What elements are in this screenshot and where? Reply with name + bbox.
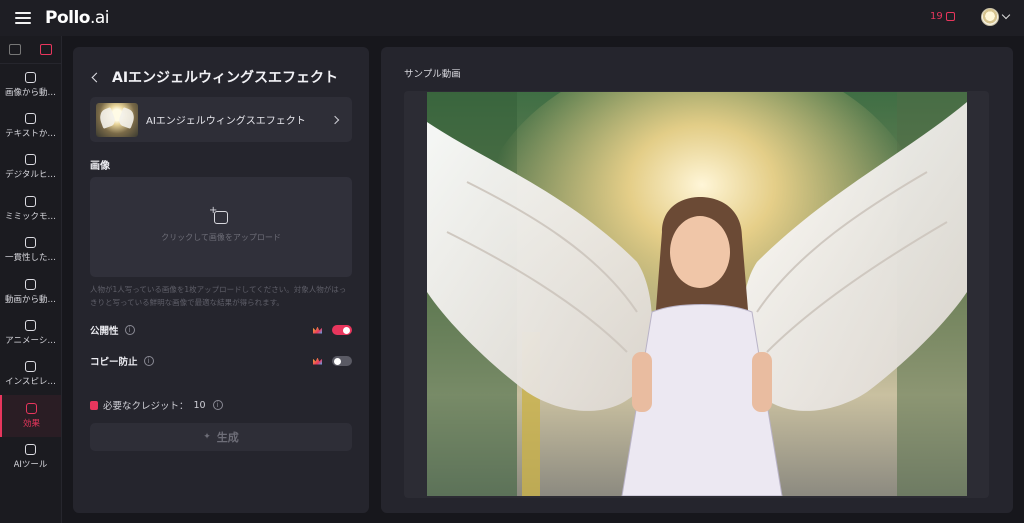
generate-label: 生成 (216, 431, 239, 444)
chevron-down-icon[interactable] (1001, 10, 1011, 20)
info-icon[interactable]: i (143, 356, 154, 366)
required-credits-label: 必要なクレジット： (103, 401, 189, 412)
effect-settings-panel: AIエンジェルウィングスエフェクト AIエンジェルウィングスエフェクト 画像 ク… (73, 47, 369, 513)
public-toggle[interactable] (332, 325, 352, 335)
sidebar-item[interactable]: 画像から動… (0, 64, 61, 105)
effect-thumbnail (96, 102, 138, 137)
sample-video-title: サンプル動画 (404, 69, 461, 80)
credits-value: 19 (930, 11, 943, 22)
sidebar-item-label: ミミックモ… (4, 211, 56, 222)
sidebar-item-label: テキストか… (5, 129, 56, 140)
sidebar-item-label: 画像から動… (4, 87, 56, 98)
sidebar-item[interactable]: 効果 (0, 395, 61, 437)
animation-icon (25, 320, 36, 332)
video-to-video-icon (25, 278, 36, 290)
effect-selector-label: AIエンジェルウィングスエフェクト (146, 116, 306, 127)
effects-icon (26, 402, 37, 414)
video-mode-icon[interactable] (39, 44, 52, 55)
image-section-label: 画像 (90, 161, 110, 172)
sample-video[interactable] (427, 92, 967, 496)
sample-preview-panel: サンプル動画 (381, 47, 1013, 513)
sidebar-item-label: 一貫性した… (4, 253, 56, 264)
sidebar-mode-switch (0, 36, 61, 64)
logo[interactable]: Pollo.ai (45, 8, 110, 28)
sidebar-item-label: インスピレ… (5, 377, 56, 388)
digital-human-icon (25, 154, 36, 166)
sidebar-item[interactable]: 動画から動… (0, 271, 61, 312)
text-to-video-icon (25, 113, 36, 125)
required-credits: 必要なクレジット： 10 i (90, 398, 223, 412)
required-credits-value: 10 (193, 399, 206, 411)
image-mode-icon[interactable] (9, 44, 22, 55)
add-image-icon (209, 205, 228, 224)
premium-crown-icon (313, 326, 322, 334)
info-icon[interactable]: i (124, 325, 135, 335)
generate-button[interactable]: ✦ 生成 (90, 423, 352, 451)
sidebar-item-label: AIツール (13, 460, 48, 471)
public-label: 公開性 (90, 326, 119, 337)
credits-badge[interactable]: 19 (930, 11, 955, 22)
public-option: 公開性 i (90, 322, 352, 338)
avatar[interactable] (981, 8, 999, 26)
sidebar: 画像から動… テキストか… デジタルヒ… ミミックモ… 一貫性した… 動画から動… アニメー… (0, 36, 62, 523)
coin-icon (90, 400, 98, 410)
upload-hint: 人物が1人写っている画像を1枚アップロードしてください。対象人物がはっきりと写っ… (90, 285, 347, 307)
top-bar: Pollo.ai 19 (0, 0, 1024, 36)
image-to-video-icon (25, 71, 36, 83)
premium-crown-icon (313, 357, 322, 365)
sidebar-item[interactable]: インスピレ… (0, 354, 61, 395)
back-icon[interactable] (91, 72, 102, 82)
copy-protect-toggle[interactable] (332, 356, 352, 366)
sidebar-item[interactable]: アニメーシ… (0, 312, 61, 353)
chevron-right-icon (330, 115, 340, 124)
sidebar-item-label: 効果 (22, 418, 40, 429)
sidebar-item-label: 動画から動… (4, 294, 56, 305)
sample-video-image (427, 92, 967, 496)
sidebar-item[interactable]: AIツール (0, 437, 61, 478)
sidebar-item[interactable]: 一貫性した… (0, 230, 61, 271)
sidebar-item[interactable]: デジタルヒ… (0, 147, 61, 188)
inspiration-icon (25, 361, 36, 373)
upload-text: クリックして画像をアップロード (161, 233, 281, 242)
effect-selector[interactable]: AIエンジェルウィングスエフェクト (90, 97, 352, 142)
sidebar-item-label: アニメーシ… (5, 336, 56, 347)
ai-tools-icon (25, 444, 36, 456)
menu-icon[interactable] (15, 12, 31, 24)
sidebar-item[interactable]: テキストか… (0, 105, 61, 146)
info-icon[interactable]: i (212, 400, 223, 410)
image-upload-area[interactable]: クリックして画像をアップロード (90, 177, 352, 277)
mimic-motion-icon (25, 195, 36, 207)
copy-protect-label: コピー防止 (90, 357, 138, 368)
sparkle-icon: ✦ (203, 432, 211, 442)
consistent-video-icon (25, 237, 36, 249)
panel-header: AIエンジェルウィングスエフェクト (91, 67, 339, 87)
page-title: AIエンジェルウィングスエフェクト (112, 70, 339, 86)
sidebar-item[interactable]: ミミックモ… (0, 188, 61, 229)
coin-icon (945, 12, 955, 21)
copy-protect-option: コピー防止 i (90, 353, 352, 369)
sidebar-item-label: デジタルヒ… (5, 170, 56, 181)
